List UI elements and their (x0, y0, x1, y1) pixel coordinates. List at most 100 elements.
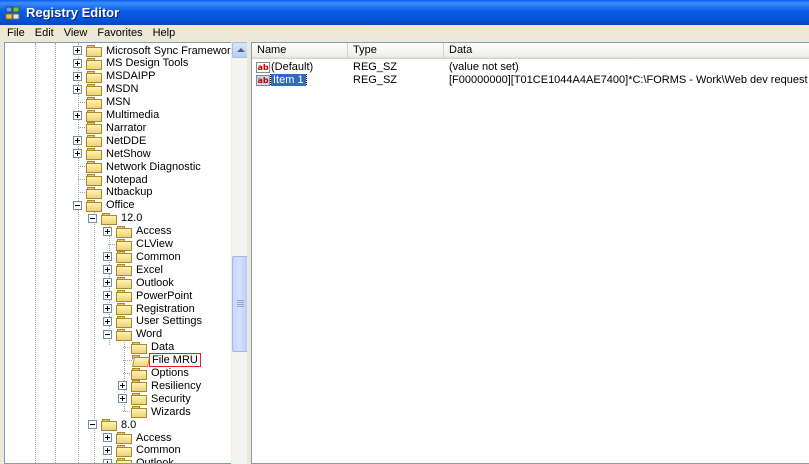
expand-plus-icon[interactable] (103, 278, 112, 288)
tree-item[interactable]: Ntbackup (73, 186, 154, 199)
tree-item[interactable]: Common (103, 444, 183, 457)
expand-plus-icon[interactable] (103, 265, 112, 275)
tree-item[interactable]: Wizards (118, 405, 193, 419)
expand-plus-icon[interactable] (118, 394, 127, 404)
tree-item[interactable]: Security (118, 392, 193, 406)
menu-favorites[interactable]: Favorites (92, 27, 147, 39)
expand-plus-icon[interactable] (103, 226, 112, 236)
tree-item[interactable]: Office (73, 199, 137, 212)
expand-plus-icon[interactable] (73, 46, 82, 55)
tree-item[interactable]: Outlook (103, 276, 176, 290)
tree-item-label: Narrator (106, 121, 147, 134)
tree-item[interactable]: Network Diagnostic (73, 160, 203, 174)
expand-plus-icon[interactable] (73, 149, 82, 159)
column-header-data[interactable]: Data (444, 43, 809, 59)
scroll-up-button[interactable] (232, 42, 248, 58)
tree-item-label: File MRU (149, 353, 201, 368)
expand-plus-icon[interactable] (118, 381, 127, 391)
tree-vertical-scrollbar[interactable] (231, 42, 248, 464)
folder-icon (116, 277, 132, 290)
tree-item-label: MSDAIPP (106, 70, 156, 83)
string-value-icon: ab (256, 74, 270, 86)
expand-plus-icon[interactable] (73, 110, 82, 120)
tree-item[interactable]: Excel (103, 263, 165, 277)
window-title: Registry Editor (26, 5, 120, 20)
grip-line (237, 302, 244, 303)
expand-plus-icon[interactable] (73, 136, 82, 146)
collapse-minus-icon[interactable] (88, 420, 97, 430)
folder-icon (101, 212, 117, 225)
tree-item[interactable]: MSDAIPP (73, 70, 158, 83)
column-header-type[interactable]: Type (348, 43, 444, 59)
expand-plus-icon[interactable] (103, 291, 112, 301)
column-header-name[interactable]: Name (252, 43, 348, 59)
tree-item[interactable]: MSDN (73, 83, 140, 96)
folder-icon (116, 432, 132, 444)
collapse-minus-icon[interactable] (88, 213, 97, 223)
registry-values-list[interactable]: Name Type Data ab (Default) REG_SZ (valu… (251, 42, 809, 464)
tree-item[interactable]: Common (103, 250, 183, 264)
expand-plus-icon[interactable] (73, 58, 82, 68)
tree-item[interactable]: Microsoft Sync Framework (73, 44, 238, 57)
registry-key-tree[interactable]: Microsoft Sync Framework MS Design Tools M… (4, 42, 246, 464)
tree-item[interactable]: Word (103, 328, 164, 341)
expand-plus-icon[interactable] (103, 316, 112, 326)
tree-item[interactable]: Access (103, 431, 173, 444)
tree-item[interactable]: Notepad (73, 173, 150, 186)
folder-icon (116, 457, 132, 463)
tree-item[interactable]: PowerPoint (103, 289, 194, 303)
expand-plus-icon[interactable] (103, 304, 112, 313)
tree-item[interactable]: Outlook (103, 457, 176, 463)
open-folder-icon (131, 354, 146, 366)
tree-item[interactable]: NetDDE (73, 134, 148, 148)
expand-plus-icon[interactable] (73, 71, 82, 81)
tree-item-label: Word (136, 328, 163, 341)
tree-item[interactable]: Resiliency (118, 379, 203, 393)
collapse-minus-icon[interactable] (103, 329, 112, 339)
tree-item-label: PowerPoint (136, 289, 193, 302)
collapse-minus-icon[interactable] (73, 200, 82, 210)
tree-item[interactable]: 12.0 (88, 212, 144, 225)
menu-help[interactable]: Help (148, 27, 181, 39)
tree-item[interactable]: File MRU (118, 353, 201, 368)
tree-item[interactable]: Options (118, 367, 191, 380)
tree-item-label: Wizards (151, 405, 191, 418)
tree-item[interactable]: Data (118, 341, 176, 354)
grip-line (237, 304, 244, 305)
expand-plus-icon[interactable] (103, 433, 112, 442)
tree-item-label: 12.0 (121, 212, 143, 225)
menu-file[interactable]: File (2, 27, 30, 39)
tree-item[interactable]: CLView (103, 238, 175, 251)
folder-icon (116, 315, 132, 328)
tree-item[interactable]: NetShow (73, 147, 153, 161)
folder-icon (131, 341, 147, 354)
tree-item[interactable]: Narrator (73, 121, 148, 135)
tree-item-label: NetShow (106, 147, 151, 160)
expand-plus-icon[interactable] (103, 252, 112, 262)
menu-edit[interactable]: Edit (30, 27, 59, 39)
scroll-thumb[interactable] (232, 256, 248, 352)
expand-plus-icon[interactable] (103, 445, 112, 455)
value-name: Item 1 (270, 74, 307, 86)
expand-plus-icon[interactable] (103, 458, 112, 463)
folder-icon (116, 238, 132, 251)
tree-item[interactable]: MS Design Tools (73, 57, 190, 70)
title-bar[interactable]: Registry Editor (0, 0, 809, 25)
tree-item[interactable]: Registration (103, 302, 197, 315)
tree-item-label: Common (136, 250, 181, 263)
tree-item-label: NetDDE (106, 134, 147, 147)
value-row-item-1[interactable]: ab Item 1 REG_SZ [F00000000][T01CE1044A4… (252, 73, 809, 87)
tree-item[interactable]: MSN (73, 96, 132, 109)
tree-item[interactable]: 8.0 (88, 418, 138, 432)
tree-item[interactable]: Multimedia (73, 109, 161, 122)
tree-item[interactable]: User Settings (103, 315, 204, 328)
tree-item[interactable]: Access (103, 225, 173, 238)
value-row-default[interactable]: ab (Default) REG_SZ (value not set) (252, 60, 809, 74)
expand-plus-icon[interactable] (73, 84, 82, 94)
menu-view[interactable]: View (59, 27, 93, 39)
tree-item-label: CLView (136, 238, 173, 250)
